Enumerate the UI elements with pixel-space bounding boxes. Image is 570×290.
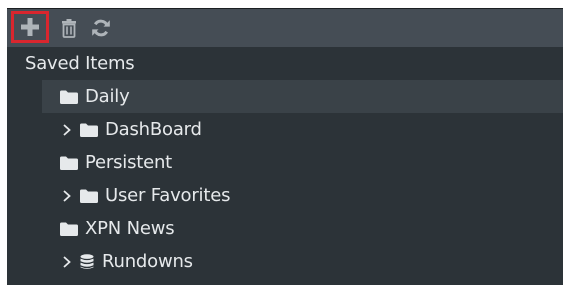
folder-icon	[59, 156, 78, 170]
tree-root-label: Saved Items	[25, 53, 135, 74]
tree-item-label: Persistent	[85, 152, 173, 173]
tree-item-rundowns[interactable]: Rundowns	[7, 245, 563, 278]
tree-item-label: Daily	[85, 86, 130, 107]
tree-root[interactable]: Saved Items	[7, 47, 563, 80]
saved-items-panel: Saved Items Daily DashBoard Persistent U…	[7, 8, 563, 285]
refresh-icon	[92, 19, 110, 37]
plus-icon	[21, 18, 39, 36]
toolbar	[7, 9, 563, 47]
tree-item-label: DashBoard	[105, 119, 202, 140]
tree-item-xpn-news[interactable]: XPN News	[7, 212, 563, 245]
folder-icon	[79, 123, 98, 137]
tree-item-label: Rundowns	[102, 251, 193, 272]
folder-icon	[59, 90, 78, 104]
database-icon	[79, 253, 95, 270]
trash-icon	[62, 19, 76, 38]
chevron-right-icon[interactable]	[61, 189, 73, 203]
folder-icon	[59, 222, 78, 236]
tree-item-label: User Favorites	[105, 185, 231, 206]
add-button[interactable]	[11, 11, 49, 43]
tree-item-daily[interactable]: Daily	[42, 80, 563, 113]
tree-item-user-favorites[interactable]: User Favorites	[7, 179, 563, 212]
folder-icon	[79, 189, 98, 203]
tree-item-dashboard[interactable]: DashBoard	[7, 113, 563, 146]
refresh-button[interactable]	[89, 9, 113, 47]
chevron-right-icon[interactable]	[61, 255, 73, 269]
chevron-right-icon[interactable]	[61, 123, 73, 137]
delete-button[interactable]	[58, 9, 80, 47]
tree-item-persistent[interactable]: Persistent	[7, 146, 563, 179]
tree-item-label: XPN News	[85, 218, 175, 239]
